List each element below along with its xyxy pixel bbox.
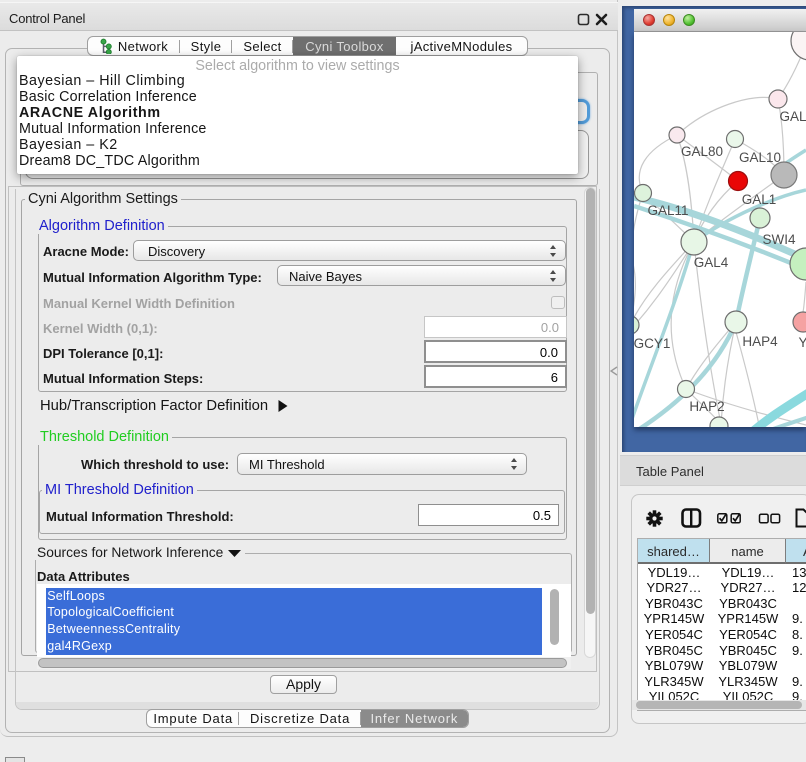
svg-text:GAL1: GAL1 xyxy=(742,192,777,207)
svg-text:GAL11: GAL11 xyxy=(647,203,688,218)
svg-text:GAL: GAL xyxy=(779,109,806,124)
svg-text:HAP4: HAP4 xyxy=(742,334,778,349)
svg-text:SWI4: SWI4 xyxy=(762,232,795,247)
svg-text:GCY1: GCY1 xyxy=(634,336,670,351)
svg-text:Y: Y xyxy=(798,335,806,350)
svg-text:HAP2: HAP2 xyxy=(689,399,724,414)
svg-text:GAL4: GAL4 xyxy=(694,255,729,270)
svg-text:GAL10: GAL10 xyxy=(739,150,781,165)
svg-text:GAL80: GAL80 xyxy=(681,144,723,159)
